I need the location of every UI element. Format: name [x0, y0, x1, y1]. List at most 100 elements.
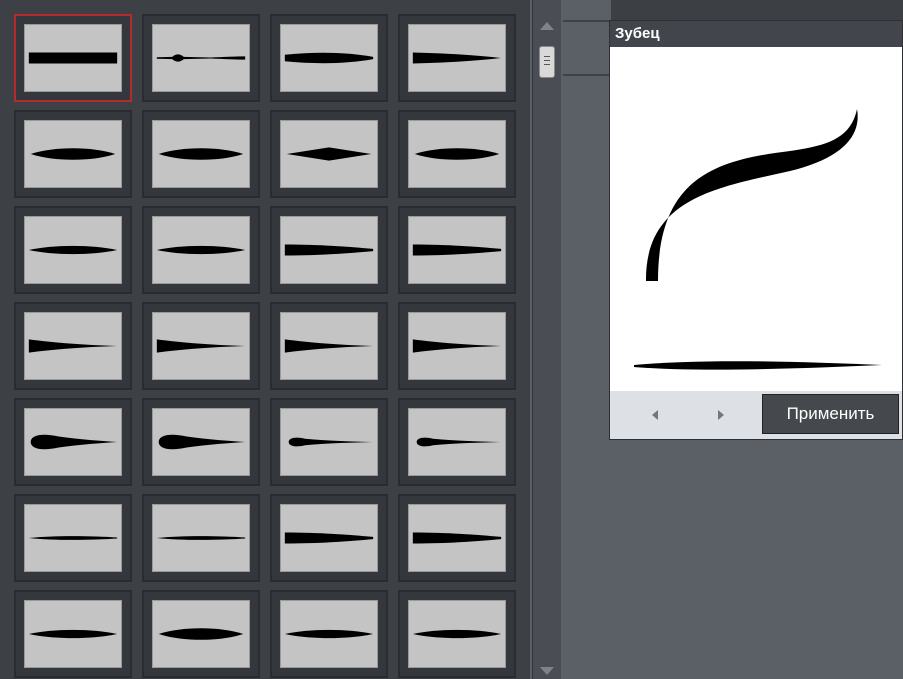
scroll-thumb[interactable] [539, 46, 555, 78]
brush-preset-20[interactable] [398, 398, 516, 486]
brush-swatch [280, 216, 378, 284]
brush-preset-22[interactable] [142, 494, 260, 582]
brush-preset-13[interactable] [14, 302, 132, 390]
brush-stroke-shape [158, 434, 246, 450]
brush-stroke-icon [28, 245, 118, 255]
brush-stroke-icon [30, 434, 118, 450]
brush-swatch [24, 600, 122, 668]
brush-preset-10[interactable] [142, 206, 260, 294]
brush-stroke-shape [412, 52, 502, 64]
brush-swatch [24, 504, 122, 572]
brush-stroke-icon [286, 147, 372, 161]
brush-preset-21[interactable] [14, 494, 132, 582]
brush-stroke-shape [156, 339, 246, 353]
brush-stroke-icon [28, 52, 118, 64]
brush-swatch [152, 600, 250, 668]
brush-swatch [408, 600, 506, 668]
preview-curve-stroke [645, 109, 858, 281]
brush-stroke-icon [284, 52, 374, 64]
brush-swatch [280, 312, 378, 380]
brush-preset-6[interactable] [142, 110, 260, 198]
brush-preset-7[interactable] [270, 110, 388, 198]
brush-preset-2[interactable] [142, 14, 260, 102]
brush-stroke-icon [158, 628, 244, 640]
brush-stroke-icon [158, 148, 244, 160]
brush-stroke-shape [28, 339, 118, 353]
brush-stroke-icon [412, 629, 502, 639]
brush-stroke-icon [158, 434, 246, 450]
brush-preset-19[interactable] [270, 398, 388, 486]
brush-preset-28[interactable] [398, 590, 516, 678]
brush-stroke-icon [412, 244, 502, 256]
brush-swatch [152, 216, 250, 284]
brush-preset-3[interactable] [270, 14, 388, 102]
brush-stroke-icon [28, 536, 118, 540]
apply-button[interactable]: Применить [762, 394, 899, 434]
brush-preset-17[interactable] [14, 398, 132, 486]
brush-stroke-shape [28, 629, 118, 639]
brush-preset-18[interactable] [142, 398, 260, 486]
brush-stroke-icon [414, 148, 500, 160]
brush-preset-16[interactable] [398, 302, 516, 390]
brush-stroke-icon [156, 54, 246, 62]
brush-stroke-icon [412, 339, 502, 353]
brush-swatch [24, 408, 122, 476]
brush-preset-14[interactable] [142, 302, 260, 390]
brush-preset-24[interactable] [398, 494, 516, 582]
brush-stroke-shape [284, 532, 374, 544]
brush-preset-9[interactable] [14, 206, 132, 294]
brush-stroke-icon [284, 629, 374, 639]
brush-stroke-shape [284, 52, 374, 64]
chevron-left-icon[interactable] [650, 407, 664, 423]
brush-stroke-shape [288, 437, 374, 447]
brush-preview-panel: Зубец Применить [609, 20, 903, 440]
brush-stroke-icon [288, 437, 374, 447]
brush-swatch [24, 24, 122, 92]
brush-stroke-shape [414, 148, 500, 160]
brush-stroke-shape [30, 148, 116, 160]
brush-swatch [280, 408, 378, 476]
brush-stroke-icon [30, 148, 116, 160]
brush-preset-25[interactable] [14, 590, 132, 678]
brush-swatch [152, 504, 250, 572]
brush-stroke-shape [158, 148, 244, 160]
brush-stroke-shape [284, 339, 374, 353]
brush-stroke-shape [156, 54, 246, 62]
brush-preset-11[interactable] [270, 206, 388, 294]
brush-stroke-icon [412, 52, 502, 64]
brush-swatch [24, 312, 122, 380]
brush-swatch [152, 24, 250, 92]
brush-stroke-shape [28, 245, 118, 255]
brush-swatch [152, 120, 250, 188]
brush-preset-8[interactable] [398, 110, 516, 198]
brush-swatch [408, 504, 506, 572]
brush-preset-23[interactable] [270, 494, 388, 582]
brush-swatch [408, 24, 506, 92]
preview-line-stroke [634, 361, 882, 370]
brush-gallery [0, 0, 530, 679]
brush-preset-1[interactable] [14, 14, 132, 102]
brush-preset-4[interactable] [398, 14, 516, 102]
brush-swatch [280, 600, 378, 668]
brush-preset-5[interactable] [14, 110, 132, 198]
brush-stroke-shape [412, 244, 502, 256]
brush-stroke-shape [30, 434, 118, 450]
preview-footer: Применить [610, 391, 902, 439]
brush-stroke-icon [28, 339, 118, 353]
brush-stroke-icon [28, 629, 118, 639]
brush-preset-12[interactable] [398, 206, 516, 294]
brush-swatch [24, 216, 122, 284]
scroll-down-icon[interactable] [540, 667, 554, 675]
brush-swatch [152, 408, 250, 476]
brush-stroke-shape [156, 536, 246, 540]
panel-header-bg [611, 0, 903, 20]
brush-stroke-icon [284, 532, 374, 544]
gallery-scrollbar[interactable] [532, 0, 561, 679]
brush-preset-27[interactable] [270, 590, 388, 678]
brush-preset-26[interactable] [142, 590, 260, 678]
brush-preset-15[interactable] [270, 302, 388, 390]
brush-stroke-icon [284, 339, 374, 353]
scroll-up-icon[interactable] [540, 22, 554, 30]
brush-stroke-icon [416, 437, 502, 447]
chevron-right-icon[interactable] [714, 407, 728, 423]
